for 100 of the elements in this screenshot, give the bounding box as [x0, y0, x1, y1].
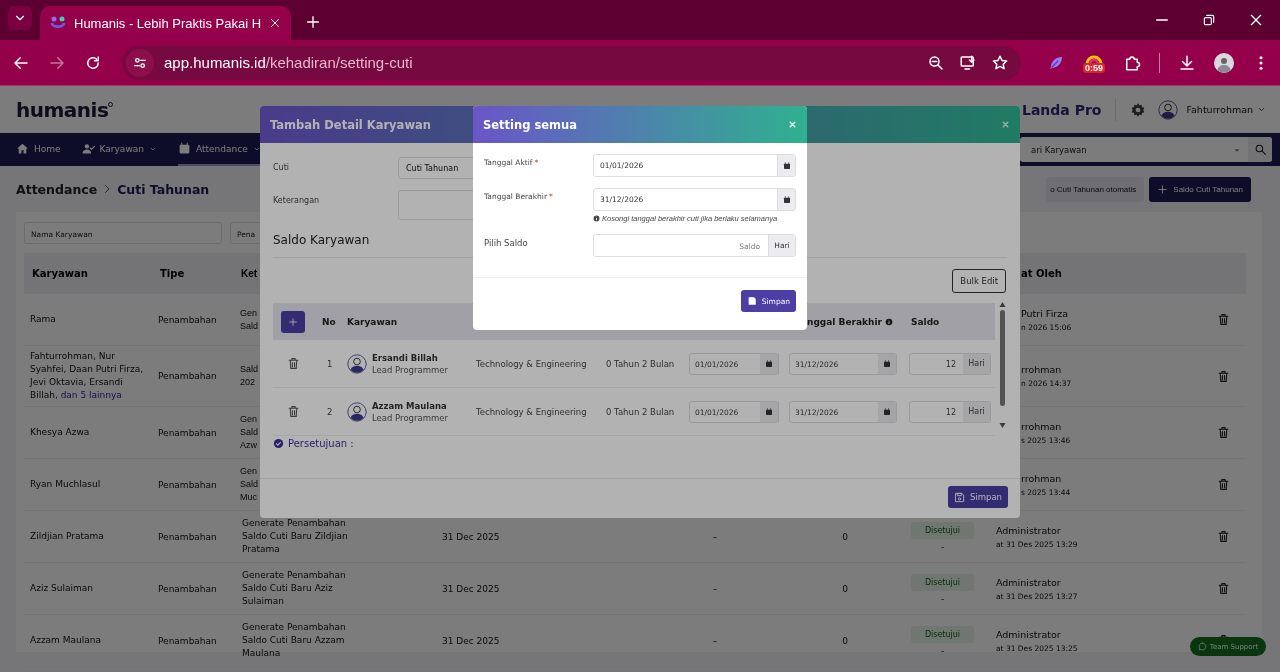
type-text: Penambahan	[158, 371, 218, 381]
calendar-icon	[177, 142, 191, 155]
creator-name: Administrator	[996, 576, 1062, 588]
trash-icon[interactable]	[1216, 313, 1230, 326]
download-icon[interactable]	[1178, 53, 1196, 72]
column-header: Karyawan	[31, 268, 89, 279]
close-icon[interactable]	[269, 17, 282, 29]
field-label: Cuti	[273, 162, 290, 174]
type-text: Penambahan	[158, 583, 218, 594]
save-icon	[953, 491, 965, 503]
column-header: nggal Berakhir	[807, 316, 882, 327]
employee-role: Lead Programmer	[372, 364, 448, 375]
generate-button[interactable]: o Cuti Tahunan otomatis	[1046, 176, 1145, 202]
approval-text: Persetujuan :	[288, 438, 354, 449]
address-bar[interactable]: app.humanis.id/kehadiran/setting-cuti	[122, 45, 1021, 80]
reload-icon[interactable]	[84, 53, 102, 72]
date-text: 31 Dec 2025	[442, 531, 501, 542]
department-text: Technology & Engineering	[475, 406, 588, 417]
status-label: Disetujui	[910, 625, 975, 643]
logo: humanis	[16, 97, 109, 122]
install-app-icon[interactable]	[959, 53, 977, 72]
plus-icon	[1157, 183, 1169, 195]
search-field[interactable]: ari Karyawan	[1020, 137, 1272, 162]
calendar-button[interactable]	[760, 353, 778, 374]
calendar-button[interactable]	[878, 401, 896, 422]
settings-icon[interactable]	[1130, 101, 1147, 118]
check-circle-icon	[273, 438, 284, 449]
employee-names: Aziz Sulaiman	[30, 582, 94, 595]
trash-icon[interactable]	[286, 405, 300, 418]
type-text: Penambahan	[158, 531, 218, 542]
table-text: –	[712, 531, 718, 542]
balance-field[interactable]: 12 Hari	[909, 400, 991, 423]
table-text: –	[712, 635, 718, 646]
description-text: Generate Penambahan Saldo Cuti Baru Azzam Maulana	[242, 621, 347, 660]
calendar-button[interactable]	[777, 189, 795, 210]
tenure-text: 0 Tahun 2 Bulan	[605, 358, 676, 369]
user-avatar[interactable]	[1158, 99, 1179, 120]
restore-icon[interactable]	[1202, 13, 1216, 27]
table-text: –	[712, 583, 718, 594]
extension-button[interactable]: 0:59	[1083, 52, 1105, 73]
tab-search-button[interactable]	[8, 6, 32, 30]
trash-icon[interactable]	[1216, 369, 1230, 383]
trash-icon[interactable]	[286, 357, 300, 370]
breadcrumb-item[interactable]: Attendance	[16, 181, 98, 197]
creator-name: rrohman	[1021, 472, 1063, 484]
profile-avatar[interactable]	[1214, 52, 1234, 73]
balance-field[interactable]: 12 Hari	[909, 352, 991, 375]
status-note: -	[940, 645, 945, 656]
more-link[interactable]: dan 5 lainnya	[60, 390, 122, 400]
bulk-edit-button[interactable]: Bulk Edit	[952, 269, 1006, 293]
calendar-icon	[883, 359, 891, 368]
add-balance-button[interactable]: Saldo Cuti Tahunan	[1149, 176, 1251, 202]
close-icon[interactable]	[1248, 12, 1264, 28]
calendar-button[interactable]	[777, 155, 795, 176]
trash-icon[interactable]	[1216, 426, 1230, 439]
search-button[interactable]	[1248, 137, 1272, 162]
type-text: Penambahan	[158, 314, 218, 325]
zoom-out-icon[interactable]	[927, 53, 945, 72]
calendar-button[interactable]	[878, 353, 896, 374]
nav-item[interactable]: Home	[16, 133, 74, 166]
site-settings-button[interactable]	[126, 48, 154, 77]
scrollbar[interactable]	[999, 301, 1006, 429]
tenure-text: 0 Tahun 2 Bulan	[605, 406, 676, 417]
row-number: 2	[326, 406, 334, 417]
column-header: Tipe	[159, 268, 186, 279]
save-icon	[746, 296, 757, 306]
timer-badge: 0:59	[1083, 62, 1105, 73]
breadcrumb-item[interactable]: Cuti Tahunan	[117, 181, 210, 197]
chat-icon	[1197, 642, 1207, 651]
employee-names: Ryan Muchlasul	[30, 478, 102, 491]
extensions-icon[interactable]	[1123, 53, 1141, 72]
address-text: app.humanis.id/kehadiran/setting-cuti	[164, 54, 413, 71]
type-text: Penambahan	[158, 427, 218, 438]
user-name[interactable]: Fahturrohman	[1186, 104, 1253, 115]
star-icon[interactable]	[991, 53, 1009, 72]
creator-name: Administrator	[996, 628, 1062, 640]
balance-text: 0	[842, 583, 848, 594]
info-icon	[885, 317, 893, 326]
employee-avatar	[347, 353, 367, 374]
date-text: 31 Dec 2025	[442, 635, 501, 646]
trash-icon[interactable]	[1216, 530, 1230, 543]
nav-item[interactable]: Karyawan	[81, 133, 170, 166]
calendar-button[interactable]	[760, 401, 778, 422]
trash-icon[interactable]	[1216, 478, 1230, 491]
employee-role: Lead Programmer	[372, 412, 448, 423]
unit-label: Hari	[963, 353, 990, 374]
save-button[interactable]: Simpan	[947, 486, 1008, 508]
creator-name: rrohman	[1021, 420, 1063, 432]
search-icon	[1253, 143, 1267, 156]
new-tab-icon[interactable]	[305, 14, 322, 30]
unit-label: Hari	[963, 401, 990, 422]
chevron-down-icon[interactable]	[1257, 105, 1266, 114]
department-text: Technology & Engineering	[475, 358, 588, 369]
employee-names: Khesya Azwa	[30, 426, 91, 439]
column-header: Karyawan	[347, 316, 398, 327]
balance-text: 0	[842, 531, 848, 542]
field-label: Pilih Saldo	[484, 238, 528, 248]
add-button[interactable]	[281, 310, 305, 333]
trash-icon[interactable]	[1216, 582, 1230, 595]
browser-tab[interactable]: Humanis - Lebih Praktis Pakai H	[40, 6, 292, 40]
